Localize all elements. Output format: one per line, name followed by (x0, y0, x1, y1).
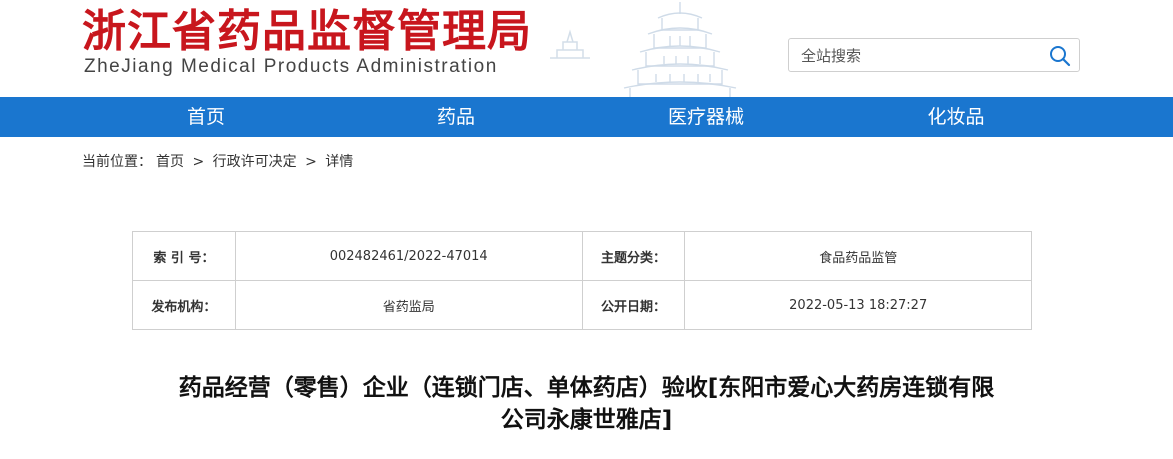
pagoda-small-icon (550, 29, 590, 59)
article-title-line-1: 药品经营（零售）企业（连锁门店、单体药店）验收[东阳市爱心大药房连锁有限 (178, 375, 995, 401)
search-icon[interactable] (1048, 44, 1072, 68)
site-subtitle: ZheJiang Medical Products Administration (84, 56, 498, 77)
table-row: 索 引 号： 002482461/2022-47014 主题分类： 食品药品监管 (132, 231, 1032, 281)
table-row: 发布机构： 省药监局 公开日期： 2022-05-13 18:27:27 (132, 280, 1032, 330)
breadcrumb-prefix: 当前位置： (82, 154, 152, 170)
breadcrumb-current: 详情 (325, 154, 354, 170)
article-title-line-2: 公司永康世雅店] (500, 407, 673, 433)
breadcrumb: 当前位置： 首页 > 行政许可决定 > 详情 (82, 152, 357, 172)
index-label: 索 引 号： (132, 231, 236, 281)
breadcrumb-home[interactable]: 首页 (156, 154, 184, 170)
nav-item-home[interactable]: 首页 (141, 97, 271, 137)
nav-item-cosmetics[interactable]: 化妆品 (891, 97, 1021, 137)
pagoda-illustration-icon (623, 2, 737, 97)
category-value: 食品药品监管 (684, 231, 1032, 281)
article-title: 药品经营（零售）企业（连锁门店、单体药店）验收[东阳市爱心大药房连锁有限 公司永… (60, 372, 1113, 436)
date-label: 公开日期： (581, 280, 686, 330)
nav-item-medical-devices[interactable]: 医疗器械 (641, 97, 771, 137)
site-header: 浙江省药品监督管理局 ZheJiang Medical Products Adm… (0, 0, 1173, 97)
publisher-value: 省药监局 (234, 280, 583, 330)
breadcrumb-admin-license[interactable]: 行政许可决定 (213, 154, 297, 170)
search-box (788, 38, 1080, 72)
search-input[interactable] (799, 43, 1043, 69)
date-value: 2022-05-13 18:27:27 (684, 280, 1032, 330)
site-title: 浙江省药品监督管理局 (82, 6, 532, 57)
breadcrumb-separator: > (192, 154, 205, 170)
info-table: 索 引 号： 002482461/2022-47014 主题分类： 食品药品监管… (132, 231, 1032, 330)
category-label: 主题分类： (581, 231, 686, 281)
nav-item-drugs[interactable]: 药品 (391, 97, 521, 137)
index-value: 002482461/2022-47014 (234, 231, 583, 281)
main-nav: 首页 药品 医疗器械 化妆品 (0, 97, 1173, 137)
publisher-label: 发布机构： (132, 280, 236, 330)
breadcrumb-separator: > (305, 154, 317, 170)
